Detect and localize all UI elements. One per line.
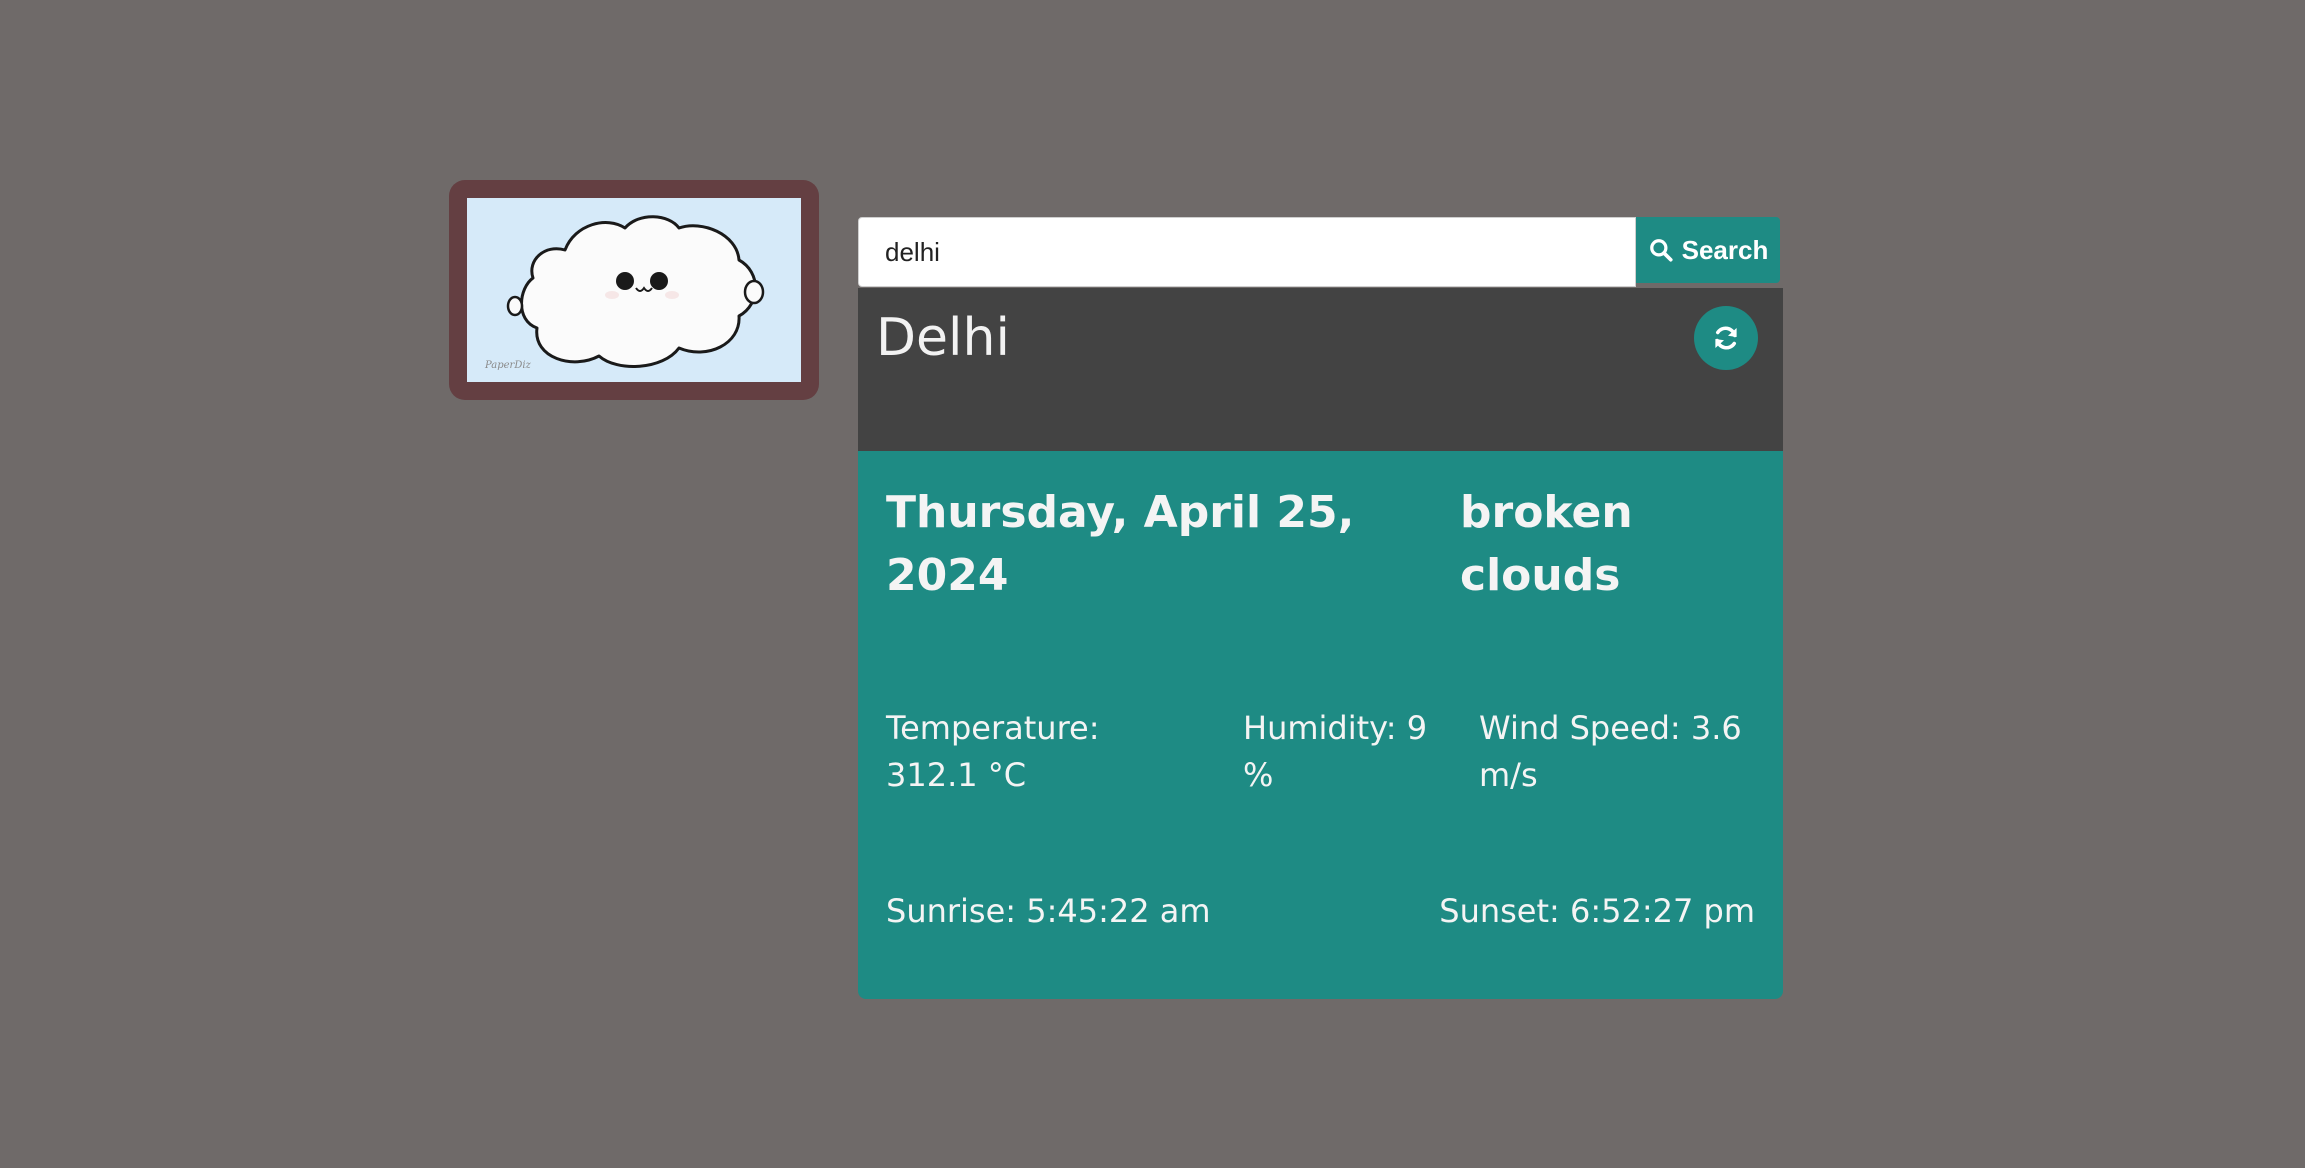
cloud-icon: PaperDiz <box>484 215 765 371</box>
sunrise-stat: Sunrise: 5:45:22 am <box>886 888 1211 935</box>
weather-card-header: Delhi <box>858 288 1783 451</box>
city-name: Delhi <box>876 308 1010 368</box>
search-icon <box>1649 239 1673 262</box>
city-search-input[interactable] <box>858 217 1636 287</box>
weather-description: broken clouds <box>1460 487 1633 601</box>
refresh-button[interactable] <box>1694 306 1758 370</box>
sunrise-value: 5:45:22 am <box>1026 892 1211 930</box>
cloud-illustration: PaperDiz <box>467 198 801 382</box>
humidity-stat: Humidity: 9 % <box>1243 705 1433 799</box>
weather-card-body: Thursday, April 25, 2024 broken clouds T… <box>858 451 1783 999</box>
wind-speed-stat: Wind Speed: 3.6 m/s <box>1479 705 1769 799</box>
sunset-value: 6:52:27 pm <box>1569 892 1755 930</box>
search-button[interactable]: Search <box>1636 217 1780 283</box>
search-button-label: Search <box>1681 234 1769 265</box>
humidity-label: Humidity: <box>1243 709 1397 747</box>
current-date: Thursday, April 25, 2024 <box>886 487 1355 601</box>
sunset-label: Sunset: <box>1439 892 1560 930</box>
temperature-value: 312.1 °C <box>886 756 1027 794</box>
sunrise-label: Sunrise: <box>886 892 1017 930</box>
sunset-stat: Sunset: 6:52:27 pm <box>1439 888 1755 935</box>
weather-illustration-frame: PaperDiz <box>449 180 819 400</box>
temperature-stat: Temperature: 312.1 °C <box>886 705 1186 799</box>
refresh-icon <box>1715 326 1737 350</box>
temperature-label: Temperature: <box>886 709 1100 747</box>
illustration-signature: PaperDiz <box>484 360 532 371</box>
wind-speed-label: Wind Speed: <box>1479 709 1681 747</box>
